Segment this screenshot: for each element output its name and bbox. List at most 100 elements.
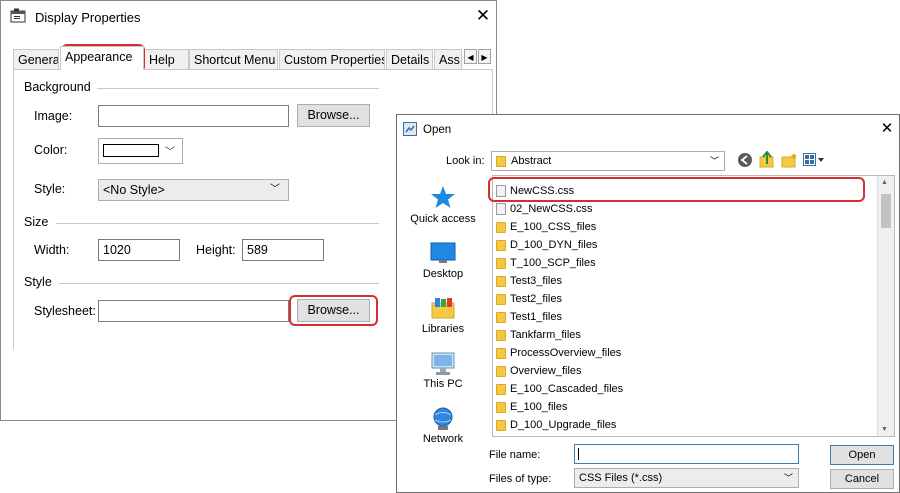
stylesheet-field[interactable] <box>98 300 289 322</box>
new-folder-icon[interactable] <box>781 152 799 168</box>
size-divider <box>56 223 379 224</box>
stylesheet-browse-highlight <box>289 295 378 326</box>
tab-custom-properties[interactable]: Custom Properties <box>279 49 385 69</box>
folder-icon <box>496 348 506 359</box>
desktop-icon <box>430 242 456 263</box>
list-item[interactable]: Overview_files <box>493 362 582 380</box>
css-file-icon <box>496 203 506 215</box>
view-menu-icon[interactable] <box>803 153 825 167</box>
back-icon[interactable] <box>737 152 753 168</box>
chevron-down-icon: ﹀ <box>709 156 719 166</box>
tab-strip: General Appearance Help Shortcut Menu Cu… <box>13 46 493 70</box>
tab-additional[interactable]: Ass <box>434 49 462 69</box>
style-select[interactable]: <No Style> ﹀ <box>98 179 289 201</box>
list-item[interactable]: ProcessOverview_files <box>493 344 621 362</box>
tab-scroll-right-icon[interactable]: ▶ <box>478 49 491 64</box>
file-list: NewCSS.css 02_NewCSS.css E_100_CSS_files… <box>492 175 895 437</box>
folder-icon <box>496 294 506 305</box>
folder-icon <box>496 420 506 431</box>
list-item[interactable]: D_100_DYN_files <box>493 236 597 254</box>
size-group-label: Size <box>24 215 55 229</box>
look-in-label: Look in: <box>446 155 485 167</box>
stylesheet-label: Stylesheet: <box>34 304 96 318</box>
tab-details[interactable]: Details <box>386 49 433 69</box>
folder-icon <box>496 156 506 167</box>
style-label: Style: <box>34 182 66 196</box>
up-folder-icon[interactable] <box>759 151 775 168</box>
height-label: Height: <box>196 243 236 257</box>
window-title: Display Properties <box>35 10 141 25</box>
open-dialog-title: Open <box>423 124 452 136</box>
open-dialog-close-button[interactable]: ✕ <box>877 119 897 139</box>
tab-appearance[interactable]: Appearance <box>60 46 144 70</box>
background-group-label: Background <box>24 80 97 94</box>
computer-icon <box>431 352 455 375</box>
tab-scroll-left-icon[interactable]: ◀ <box>464 49 477 64</box>
folder-icon <box>496 402 506 413</box>
file-name-label: File name: <box>489 449 541 461</box>
files-of-type-select[interactable]: CSS Files (*.css) ﹀ <box>574 468 799 488</box>
list-item[interactable]: Test1_files <box>493 308 562 326</box>
folder-icon <box>496 276 506 287</box>
chevron-down-icon: ﹀ <box>270 184 280 195</box>
list-item[interactable]: E_100_files <box>493 398 568 416</box>
folder-icon <box>496 384 506 395</box>
list-item[interactable]: Test3_files <box>493 272 562 290</box>
cancel-button[interactable]: Cancel <box>830 469 894 489</box>
network-icon <box>433 407 453 430</box>
open-dialog-icon <box>403 122 417 136</box>
place-quick-access[interactable]: Quick access <box>398 185 488 233</box>
place-network[interactable]: Network <box>398 406 488 454</box>
files-of-type-label: Files of type: <box>489 473 552 485</box>
place-desktop[interactable]: Desktop <box>398 241 488 289</box>
libraries-icon <box>431 298 455 319</box>
place-this-pc[interactable]: This PC <box>398 351 488 399</box>
text-caret <box>578 448 579 460</box>
style-group-label: Style <box>24 275 58 289</box>
chevron-down-icon: ﹀ <box>783 473 793 483</box>
scroll-up-icon[interactable]: ▲ <box>881 179 888 186</box>
open-button[interactable]: Open <box>830 445 894 465</box>
list-item[interactable]: E_100_CSS_files <box>493 218 596 236</box>
list-item[interactable]: D_100_Upgrade_files <box>493 416 616 434</box>
tab-shortcut-menu[interactable]: Shortcut Menu <box>189 49 278 69</box>
height-field[interactable]: 589 <box>242 239 324 261</box>
close-icon: ✕ <box>475 6 491 25</box>
star-icon <box>431 186 455 208</box>
file-list-scrollbar[interactable]: ▲ ▼ <box>877 176 894 436</box>
color-picker[interactable]: ﹀ <box>98 138 183 164</box>
image-browse-button[interactable]: Browse... <box>297 104 370 127</box>
list-item[interactable]: E_100_Cascaded_files <box>493 380 623 398</box>
file-name-input[interactable] <box>574 444 799 464</box>
places-bar: Quick access Desktop Libraries This PC N… <box>398 180 488 458</box>
tab-help[interactable]: Help <box>144 49 189 69</box>
background-divider <box>96 88 379 89</box>
width-field[interactable]: 1020 <box>98 239 180 261</box>
tab-general[interactable]: General <box>13 49 59 69</box>
close-icon: ✕ <box>880 120 894 137</box>
look-in-value: Abstract <box>511 155 552 167</box>
color-swatch <box>103 144 159 157</box>
chevron-down-icon: ﹀ <box>165 147 175 158</box>
style-divider <box>59 283 379 284</box>
open-dialog: Open ✕ Look in: Abstract ﹀ Quick access … <box>396 114 900 493</box>
width-label: Width: <box>34 243 70 257</box>
folder-icon <box>496 366 506 377</box>
image-field[interactable] <box>98 105 289 127</box>
scroll-down-icon[interactable]: ▼ <box>881 426 888 433</box>
list-item[interactable]: T_100_SCP_files <box>493 254 596 272</box>
folder-icon <box>496 222 506 233</box>
folder-icon <box>496 330 506 341</box>
close-button[interactable]: ✕ <box>471 4 495 28</box>
list-item[interactable]: Test2_files <box>493 290 562 308</box>
list-item[interactable]: 02_NewCSS.css <box>493 200 593 218</box>
place-libraries[interactable]: Libraries <box>398 296 488 344</box>
folder-icon <box>496 312 506 323</box>
scrollbar-thumb[interactable] <box>881 194 891 228</box>
style-select-value: <No Style> <box>103 183 165 197</box>
image-label: Image: <box>34 109 73 123</box>
color-label: Color: <box>34 143 68 157</box>
list-item[interactable]: Tankfarm_files <box>493 326 581 344</box>
look-in-select[interactable]: Abstract ﹀ <box>491 151 725 171</box>
app-icon <box>10 8 26 23</box>
